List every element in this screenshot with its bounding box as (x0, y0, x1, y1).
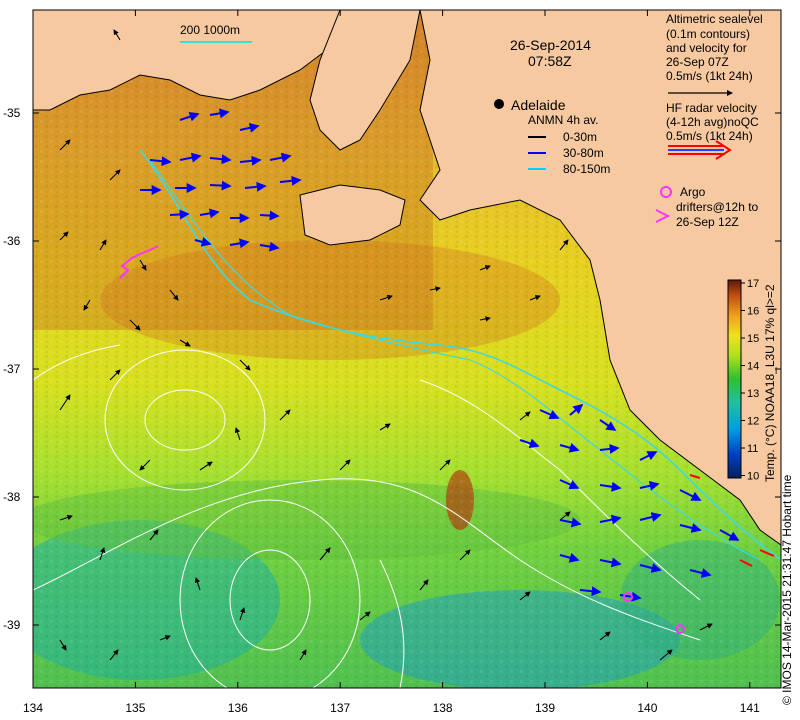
map-plot-area (33, 10, 781, 688)
credit-text: © IMOS 14-Mar-2015 21:31:47 Hobart time (780, 474, 794, 705)
legend-altimetric-line: Altimetric sealevel (666, 12, 763, 26)
legend-hf-radar-line: (4-12h avg)noQC (666, 115, 759, 129)
legend-altimetric-line: 0.5m/s (1kt 24h) (666, 69, 753, 83)
colorbar-label: Temp. (°C) NOAA18_L3U 17% ql>=2 (763, 284, 777, 482)
y-tick-label: -35 (3, 106, 21, 120)
sst-map-figure: 134 135 136 137 138 139 140 141 -35 -36 -37 -38 -39… (3, 9, 782, 715)
colorbar-tick-label: 14 (747, 361, 759, 373)
map-time: 07:58Z (528, 53, 572, 69)
legend-argo-line: 26-Sep 12Z (676, 215, 739, 229)
colorbar-tick-label: 11 (747, 443, 758, 455)
map-date: 26-Sep-2014 (510, 37, 591, 53)
legend-anmn-label: 30-80m (563, 146, 604, 160)
y-tick-label: -37 (3, 362, 21, 376)
x-tick-label: 134 (23, 701, 43, 715)
legend-altimetric-line: (0.1m contours) (666, 27, 750, 41)
x-tick-label: 135 (125, 701, 145, 715)
y-tick-label: -38 (3, 490, 21, 504)
place-label-adelaide: Adelaide (511, 97, 566, 113)
colorbar-tick-label: 13 (747, 388, 759, 400)
legend-hf-radar-line: 0.5m/s (1kt 24h) (666, 129, 753, 143)
x-tick-label: 138 (433, 701, 453, 715)
legend-altimetric-line: and velocity for (666, 41, 747, 55)
y-tick-label: -39 (3, 618, 21, 632)
x-tick-label: 140 (637, 701, 657, 715)
colorbar-tick-label: 16 (747, 306, 759, 318)
legend-argo-line: Argo (680, 185, 706, 199)
scale-bar-label: 200 1000m (180, 23, 240, 37)
colorbar-scale (727, 279, 742, 479)
legend-anmn-title: ANMN 4h av. (528, 113, 598, 127)
legend-anmn-label: 80-150m (563, 162, 610, 176)
x-tick-label: 139 (535, 701, 555, 715)
x-tick-label: 141 (740, 701, 760, 715)
legend-altimetric-line: 26-Sep 07Z (666, 55, 729, 69)
colorbar-tick-label: 10 (747, 471, 759, 483)
colorbar-tick-label: 17 (747, 278, 759, 290)
colorbar-tick-label: 15 (747, 333, 759, 345)
x-tick-label: 136 (228, 701, 248, 715)
legend-hf-radar-line: HF radar velocity (666, 101, 757, 115)
colorbar-tick-label: 12 (747, 416, 759, 428)
legend-argo-line: drifters@12h to (676, 200, 759, 214)
x-tick-label: 137 (330, 701, 350, 715)
adelaide-marker (494, 99, 504, 109)
y-tick-label: -36 (3, 234, 21, 248)
legend-anmn-label: 0-30m (563, 130, 597, 144)
